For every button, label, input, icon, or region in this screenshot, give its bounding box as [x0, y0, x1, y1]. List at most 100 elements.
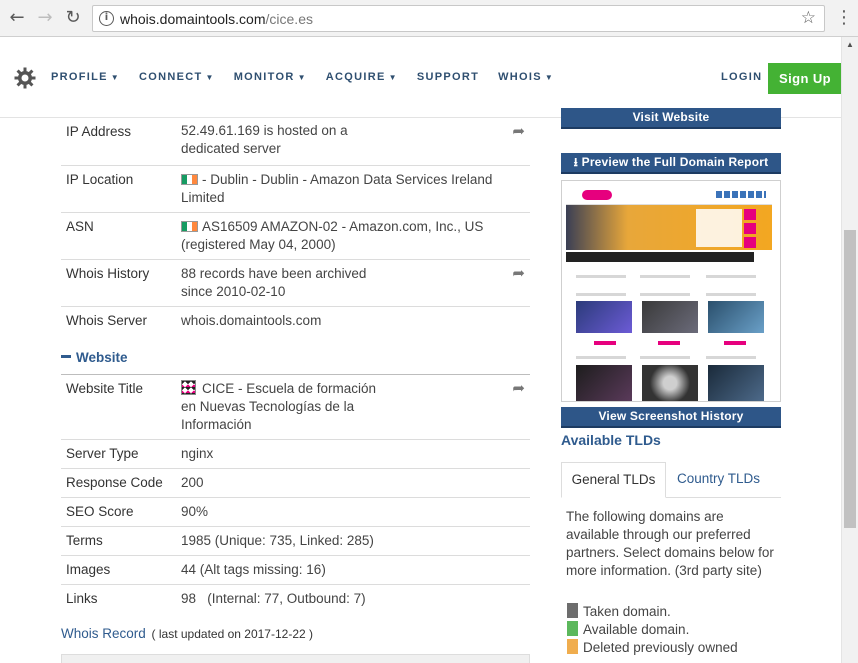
- row-whois-server: Whois Server whois.domaintools.com: [61, 306, 530, 336]
- share-icon[interactable]: ➦: [512, 122, 525, 140]
- preview-report-label: Preview the Full Domain Report: [581, 155, 769, 169]
- scrollbar-thumb[interactable]: [844, 230, 856, 528]
- nav-connect[interactable]: CONNECT ▼: [139, 71, 215, 83]
- section-title: Website: [76, 350, 128, 365]
- row-value: - Dublin - Dublin - Amazon Data Services…: [181, 171, 492, 207]
- collapse-minus-icon: [61, 355, 71, 358]
- url-domain: whois.domaintools.com: [120, 11, 266, 27]
- nav-support-label: SUPPORT: [416, 71, 480, 83]
- legend-label: Available domain.: [583, 622, 690, 637]
- info-icon[interactable]: i: [99, 11, 114, 26]
- row-label: ASN: [66, 219, 94, 234]
- url-path: /cice.es: [265, 11, 313, 27]
- reload-icon[interactable]: ↻: [63, 8, 83, 28]
- thumb-text: [576, 275, 626, 278]
- tab-country-tlds[interactable]: Country TLDs: [677, 462, 760, 498]
- row-value: nginx: [181, 446, 214, 461]
- screenshot-history-button[interactable]: View Screenshot History: [561, 407, 781, 428]
- nav-monitor-label: MONITOR: [233, 71, 295, 83]
- row-response-code: Response Code 200: [61, 468, 530, 497]
- thumb-badge: [744, 223, 756, 234]
- value-line: (registered May 04, 2000): [181, 237, 336, 252]
- thumb-nav-bar: [566, 252, 754, 262]
- value-line: 52.49.61.169 is hosted on a: [181, 123, 348, 138]
- nav-whois-label: WHOIS: [498, 71, 542, 83]
- row-label: IP Address: [66, 124, 132, 139]
- value-line: since 2010-02-10: [181, 284, 286, 299]
- thumb-text: [706, 356, 756, 359]
- thumb-text: [640, 275, 690, 278]
- whois-record-updated: ( last updated on 2017-12-22 ): [151, 627, 313, 641]
- preview-report-button[interactable]: ⭳ Preview the Full Domain Report: [561, 153, 781, 174]
- value-line: dedicated server: [181, 141, 281, 156]
- thumb-link: [724, 341, 746, 345]
- visit-website-button[interactable]: Visit Website: [561, 108, 781, 129]
- thumb-image: [642, 365, 698, 401]
- legend-label: Taken domain.: [583, 604, 671, 619]
- tab-general-tlds[interactable]: General TLDs: [561, 462, 666, 498]
- caret-down-icon: ▼: [110, 73, 120, 82]
- value-line: en Nuevas Tecnologías de la: [181, 399, 355, 414]
- website-section-toggle[interactable]: Website: [61, 350, 128, 365]
- scroll-up-arrow-icon[interactable]: ▲: [842, 37, 858, 53]
- nav-support[interactable]: SUPPORT: [417, 71, 479, 83]
- value-line: Limited: [181, 190, 225, 205]
- share-icon[interactable]: ➦: [512, 264, 525, 282]
- share-icon[interactable]: ➦: [512, 379, 525, 397]
- download-icon: ⭳: [573, 155, 582, 169]
- browser-toolbar: ← → ↻ i whois.domaintools.com/cice.es ☆ …: [0, 0, 858, 37]
- thumb-text: [706, 293, 756, 296]
- row-server-type: Server Type nginx: [61, 439, 530, 468]
- url-text[interactable]: whois.domaintools.com/cice.es: [120, 11, 313, 27]
- row-label: Whois History: [66, 266, 150, 281]
- login-link[interactable]: LOGIN: [721, 71, 762, 83]
- tld-description: The following domains are available thro…: [566, 509, 774, 578]
- thumb-image: [708, 301, 764, 333]
- domaintools-gear-logo-icon[interactable]: [14, 67, 36, 89]
- forward-arrow-icon[interactable]: →: [35, 8, 55, 28]
- row-whois-history: Whois History 88 records have been archi…: [61, 259, 530, 306]
- row-asn: ASN AS16509 AMAZON-02 - Amazon.com, Inc.…: [61, 212, 530, 259]
- bookmark-star-icon[interactable]: ☆: [801, 8, 816, 28]
- row-value: 52.49.61.169 is hosted on a dedicated se…: [181, 122, 348, 158]
- row-label: Links: [66, 591, 98, 606]
- back-arrow-icon[interactable]: ←: [7, 8, 27, 28]
- thumb-link: [658, 341, 680, 345]
- row-label: Website Title: [66, 381, 144, 396]
- value-line: - Dublin - Dublin - Amazon Data Services…: [202, 172, 493, 187]
- thumb-text: [640, 293, 690, 296]
- signup-button[interactable]: Sign Up: [768, 63, 842, 94]
- legend-swatch: [567, 621, 578, 636]
- nav-profile[interactable]: PROFILE ▼: [51, 71, 120, 83]
- legend-swatch: [567, 603, 578, 618]
- value-line: Información: [181, 417, 252, 432]
- caret-down-icon: ▼: [388, 73, 398, 82]
- thumb-link: [594, 341, 616, 345]
- legend-available: Available domain.: [567, 621, 689, 637]
- tld-tabs: General TLDs Country TLDs: [561, 462, 781, 498]
- legend-label: Deleted previously owned: [583, 640, 738, 655]
- row-label: Response Code: [66, 475, 163, 490]
- browser-menu-icon[interactable]: ⋮: [835, 7, 853, 29]
- row-images: Images 44 (Alt tags missing: 16): [61, 555, 530, 584]
- row-value: 90%: [181, 504, 209, 519]
- ireland-flag-icon: [181, 174, 198, 185]
- value-line: CICE - Escuela de formación: [202, 381, 377, 396]
- nav-acquire[interactable]: ACQUIRE ▼: [326, 71, 398, 83]
- nav-whois[interactable]: WHOIS ▼: [498, 71, 554, 83]
- legend-taken: Taken domain.: [567, 603, 671, 619]
- whois-record-heading: Whois Record ( last updated on 2017-12-2…: [61, 626, 313, 641]
- row-links: Links 98 (Internal: 77, Outbound: 7): [61, 584, 530, 613]
- site-header: PROFILE ▼ CONNECT ▼ MONITOR ▼ ACQUIRE ▼ SUPP…: [0, 37, 842, 118]
- thumb-badge: [744, 237, 756, 248]
- row-seo-score: SEO Score 90%: [61, 497, 530, 526]
- whois-main-content: IP Address 52.49.61.169 is hosted on a d…: [0, 118, 545, 663]
- page-scrollbar[interactable]: ▲: [841, 37, 858, 663]
- caret-down-icon: ▼: [205, 73, 215, 82]
- nav-monitor[interactable]: MONITOR ▼: [234, 71, 307, 83]
- row-website-title: Website Title CICE - Escuela de formació…: [61, 374, 530, 439]
- website-screenshot[interactable]: [561, 180, 781, 402]
- row-label: IP Location: [66, 172, 134, 187]
- whois-record-title[interactable]: Whois Record: [61, 626, 146, 641]
- address-bar[interactable]: i whois.domaintools.com/cice.es ☆: [92, 5, 825, 32]
